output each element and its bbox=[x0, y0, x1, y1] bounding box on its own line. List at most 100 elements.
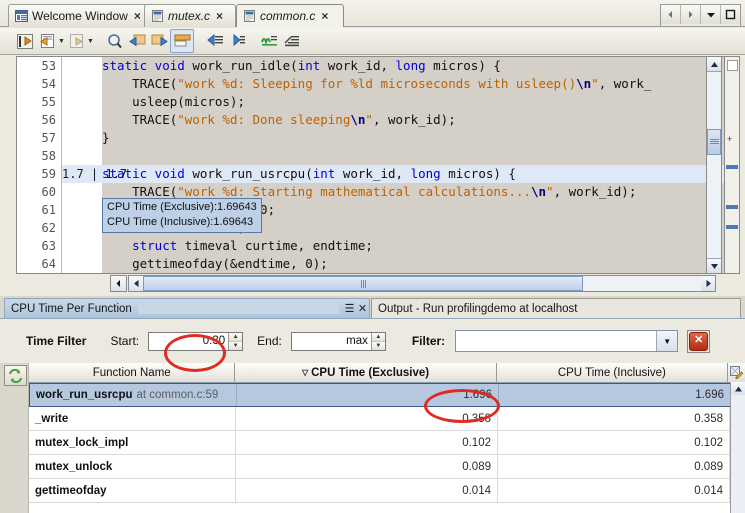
cell-cpu-time-inclusive: 0.014 bbox=[498, 479, 730, 502]
table-row[interactable]: work_run_usrcpuat common.c:591.6961.696 bbox=[29, 383, 745, 407]
editor-hscrollbar-thumb[interactable] bbox=[143, 276, 583, 291]
start-time-input[interactable] bbox=[149, 333, 228, 350]
annotation-expand-icon[interactable]: + bbox=[727, 135, 737, 143]
start-time-stepper[interactable]: ▲ ▼ bbox=[148, 332, 243, 351]
function-name-text: work_run_usrcpu bbox=[36, 389, 133, 401]
column-header-function-name[interactable]: Function Name bbox=[29, 363, 235, 382]
editor-annotation-strip[interactable]: + bbox=[724, 56, 740, 274]
close-window-icon[interactable]: ✕ bbox=[356, 302, 369, 315]
scroll-up-icon[interactable] bbox=[707, 57, 721, 72]
tab-welcome-window[interactable]: Welcome Window × bbox=[8, 4, 148, 27]
start-time-arrows[interactable]: ▲ ▼ bbox=[228, 333, 242, 350]
table-vertical-scrollbar[interactable] bbox=[730, 382, 745, 513]
table-row[interactable]: mutex_lock_impl0.1020.102 bbox=[29, 431, 745, 455]
tab-common-c[interactable]: common.c × bbox=[236, 4, 344, 27]
c-file-icon bbox=[151, 10, 164, 22]
code-line[interactable]: usleep(micros); bbox=[62, 93, 727, 111]
tab-mutex-c[interactable]: mutex.c × bbox=[144, 4, 236, 27]
annotation-mark[interactable] bbox=[726, 205, 738, 209]
cpu-time-table[interactable]: Function Name▽CPU Time (Exclusive)CPU Ti… bbox=[29, 363, 745, 513]
find-selection-icon[interactable] bbox=[104, 30, 126, 52]
editor-split-button[interactable] bbox=[110, 275, 127, 292]
shift-right-icon[interactable] bbox=[226, 30, 248, 52]
minimize-window-icon[interactable]: ☰ bbox=[343, 302, 356, 315]
code-editor[interactable]: 535455565758596061626364 static void wor… bbox=[16, 56, 728, 274]
back-navigation-icon[interactable] bbox=[36, 30, 58, 52]
stepper-up-icon[interactable]: ▲ bbox=[229, 333, 242, 342]
c-file-icon bbox=[243, 10, 256, 22]
table-scrollbar-track[interactable] bbox=[731, 395, 745, 513]
cell-function-name: mutex_unlock bbox=[29, 455, 236, 478]
clear-filter-button[interactable]: ✕ bbox=[687, 330, 710, 353]
forward-navigation-dropdown-icon[interactable]: ▼ bbox=[87, 30, 94, 52]
tab-close-icon[interactable]: × bbox=[134, 9, 141, 23]
end-label: End: bbox=[257, 334, 282, 348]
scroll-left-icon[interactable] bbox=[129, 276, 143, 291]
tab-output-run[interactable]: Output - Run profilingdemo at localhost bbox=[371, 298, 741, 318]
table-row[interactable]: gettimeofday0.0140.014 bbox=[29, 479, 745, 503]
tab-cpu-time-per-function[interactable]: CPU Time Per Function ☰ ✕ bbox=[4, 298, 370, 318]
source-code-lines[interactable]: static void work_run_idle(int work_id, l… bbox=[62, 57, 727, 273]
function-name-text: mutex_unlock bbox=[35, 461, 112, 473]
scroll-right-icon[interactable] bbox=[701, 276, 715, 291]
scroll-up-icon[interactable] bbox=[731, 382, 745, 396]
end-time-stepper[interactable]: ▲ ▼ bbox=[291, 332, 386, 351]
filter-input[interactable] bbox=[456, 331, 656, 351]
line-number: 60 bbox=[17, 183, 61, 201]
line-number: 54 bbox=[17, 75, 61, 93]
table-body[interactable]: work_run_usrcpuat common.c:591.6961.696_… bbox=[29, 383, 745, 503]
cell-function-name: work_run_usrcpuat common.c:59 bbox=[30, 384, 237, 406]
shift-left-icon[interactable] bbox=[204, 30, 226, 52]
tab-drag-handle[interactable] bbox=[138, 303, 339, 314]
tab-close-icon[interactable]: × bbox=[321, 9, 328, 23]
editor-vertical-scrollbar[interactable] bbox=[706, 56, 722, 274]
chevron-down-icon[interactable]: ▼ bbox=[656, 331, 677, 351]
code-line[interactable]: TRACE("work %d: Sleeping for %ld microse… bbox=[62, 75, 727, 93]
column-header-label: CPU Time (Exclusive) bbox=[311, 367, 429, 379]
editor-scrollbar-thumb[interactable] bbox=[707, 129, 721, 155]
tab-list-dropdown-button[interactable] bbox=[701, 5, 721, 24]
sort-descending-icon: ▽ bbox=[302, 368, 308, 377]
end-time-input[interactable] bbox=[292, 333, 371, 350]
previous-tab-button[interactable] bbox=[661, 5, 681, 24]
table-side-bar bbox=[0, 363, 29, 513]
code-line[interactable]: gettimeofday(&endtime, 0); bbox=[62, 255, 727, 273]
toggle-rectangular-selection-icon[interactable] bbox=[170, 29, 194, 53]
stop-macro-recording-icon[interactable] bbox=[280, 30, 302, 52]
end-time-arrows[interactable]: ▲ ▼ bbox=[371, 333, 385, 350]
table-row[interactable]: _write0.3580.358 bbox=[29, 407, 745, 431]
scroll-down-icon[interactable] bbox=[707, 258, 721, 273]
editor-horizontal-scrollbar[interactable] bbox=[128, 275, 716, 292]
next-tab-button[interactable] bbox=[681, 5, 701, 24]
column-header-cpu-time-exclusive[interactable]: ▽CPU Time (Exclusive) bbox=[235, 363, 496, 382]
code-line[interactable]: struct timeval curtime, endtime; bbox=[62, 237, 727, 255]
next-bookmark-icon[interactable] bbox=[148, 30, 170, 52]
annotation-mark[interactable] bbox=[726, 225, 738, 229]
previous-bookmark-icon[interactable] bbox=[126, 30, 148, 52]
code-line[interactable]: } bbox=[62, 129, 727, 147]
code-line[interactable]: TRACE("work %d: Done sleeping\n", work_i… bbox=[62, 111, 727, 129]
code-line[interactable]: 1.7 | 1.7static void work_run_usrcpu(int… bbox=[62, 165, 727, 183]
back-navigation-dropdown-icon[interactable]: ▼ bbox=[58, 30, 65, 52]
column-header-cpu-time-inclusive[interactable]: CPU Time (Inclusive) bbox=[497, 363, 728, 382]
last-edit-icon[interactable] bbox=[14, 30, 36, 52]
stepper-down-icon[interactable]: ▼ bbox=[372, 342, 385, 350]
line-number: 59 bbox=[17, 165, 61, 183]
tab-close-icon[interactable]: × bbox=[216, 9, 223, 23]
table-header-row[interactable]: Function Name▽CPU Time (Exclusive)CPU Ti… bbox=[29, 363, 745, 383]
maximize-window-button[interactable] bbox=[721, 5, 740, 24]
stepper-up-icon[interactable]: ▲ bbox=[372, 333, 385, 342]
start-macro-recording-icon[interactable] bbox=[258, 30, 280, 52]
column-chooser-icon[interactable] bbox=[728, 363, 745, 382]
cpu-time-panel-body: Time Filter Start: ▲ ▼ End: ▲ ▼ bbox=[0, 318, 745, 512]
time-filter-bar: Time Filter Start: ▲ ▼ End: ▲ ▼ bbox=[0, 319, 745, 363]
forward-navigation-icon[interactable] bbox=[65, 30, 87, 52]
filter-combobox[interactable]: ▼ bbox=[455, 330, 678, 352]
tooltip-inclusive-line: CPU Time (Inclusive):1.69643 bbox=[107, 215, 257, 230]
code-line[interactable] bbox=[62, 147, 727, 165]
code-line[interactable]: static void work_run_idle(int work_id, l… bbox=[62, 57, 727, 75]
stepper-down-icon[interactable]: ▼ bbox=[229, 342, 242, 350]
annotation-mark[interactable] bbox=[726, 165, 738, 169]
refresh-icon[interactable] bbox=[4, 365, 27, 386]
table-row[interactable]: mutex_unlock0.0890.089 bbox=[29, 455, 745, 479]
